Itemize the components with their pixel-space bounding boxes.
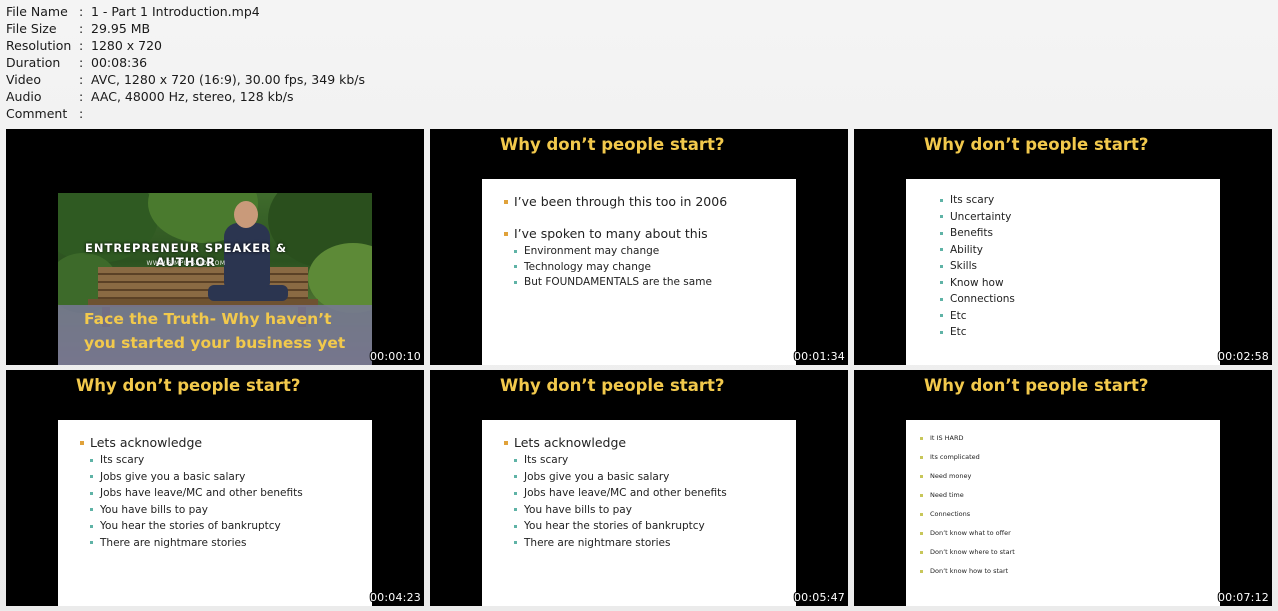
thumbnail-5[interactable]: Why don’t people start? Lets acknowledge… <box>430 370 848 606</box>
sub-bullet-item: Its complicated <box>920 453 1015 461</box>
info-separator: : <box>79 55 84 70</box>
timestamp: 00:01:34 <box>793 350 845 363</box>
media-info: File Name : 1 - Part 1 Introduction.mp4 … <box>6 3 365 122</box>
sub-bullet-item: Know how <box>940 277 1015 289</box>
sub-bullet-item: Don’t know how to start <box>920 567 1015 575</box>
bullet-item: Lets acknowledge <box>504 435 727 450</box>
sub-bullet-item: Benefits <box>940 227 1015 239</box>
sub-bullet-item: Jobs give you a basic salary <box>514 471 727 483</box>
sub-bullet-item: Etc <box>940 326 1015 338</box>
sub-bullet-item: Its scary <box>90 454 303 466</box>
slide-content: Lets acknowledge Its scary Jobs give you… <box>482 420 796 606</box>
sub-bullet-item: You have bills to pay <box>514 504 727 516</box>
sub-bullet-item: Connections <box>920 510 1015 518</box>
slide-title: Why don’t people start? <box>76 376 301 395</box>
sub-bullet-item: Its scary <box>940 194 1015 206</box>
info-separator: : <box>79 4 84 19</box>
thumbnail-1[interactable]: ENTREPRENEUR SPEAKER & AUTHOR WWW.SIMPLY… <box>6 129 424 365</box>
info-separator: : <box>79 72 84 87</box>
sub-bullet-item: Jobs have leave/MC and other benefits <box>514 487 727 499</box>
info-value: 1280 x 720 <box>91 38 163 53</box>
sub-bullet-item: Ability <box>940 244 1015 256</box>
caption-line: you started your business yet <box>84 334 346 352</box>
slide-title: Why don’t people start? <box>500 135 725 154</box>
bullet-list: I’ve been through this too in 2006 I’ve … <box>504 194 727 288</box>
sub-bullet-item: Jobs give you a basic salary <box>90 471 303 483</box>
info-separator: : <box>79 38 84 53</box>
info-value: 1 - Part 1 Introduction.mp4 <box>91 4 260 19</box>
info-value: AAC, 48000 Hz, stereo, 128 kb/s <box>91 89 294 104</box>
caption-line: Face the Truth- Why haven’t <box>84 310 332 328</box>
info-row-comment: Comment : <box>6 105 365 122</box>
sub-bullet-item: Need money <box>920 472 1015 480</box>
bullet-item: I’ve spoken to many about this <box>504 226 727 241</box>
info-key: Comment <box>6 106 68 121</box>
info-key: File Size <box>6 21 57 36</box>
bullet-list: Lets acknowledge Its scary Jobs give you… <box>80 435 303 549</box>
sub-bullet-item: Don’t know what to offer <box>920 529 1015 537</box>
info-row-file-name: File Name : 1 - Part 1 Introduction.mp4 <box>6 3 365 20</box>
bullet-list: Lets acknowledge Its scary Jobs give you… <box>504 435 727 549</box>
info-value: AVC, 1280 x 720 (16:9), 30.00 fps, 349 k… <box>91 72 366 87</box>
bullet-list: It IS HARD Its complicated Need money Ne… <box>920 434 1015 575</box>
info-separator: : <box>79 21 84 36</box>
info-key: Video <box>6 72 42 87</box>
info-separator: : <box>79 106 84 121</box>
sub-bullet-item: But FOUNDAMENTALS are the same <box>514 276 727 288</box>
timestamp: 00:00:10 <box>369 350 421 363</box>
bullet-item: Lets acknowledge <box>80 435 303 450</box>
info-row-audio: Audio : AAC, 48000 Hz, stereo, 128 kb/s <box>6 88 365 105</box>
thumbnail-2[interactable]: Why don’t people start? I’ve been throug… <box>430 129 848 365</box>
slide-content: Lets acknowledge Its scary Jobs give you… <box>58 420 372 606</box>
sub-bullet-item: Etc <box>940 310 1015 322</box>
info-row-file-size: File Size : 29.95 MB <box>6 20 365 37</box>
sub-bullet-item: Uncertainty <box>940 211 1015 223</box>
sub-bullet-item: There are nightmare stories <box>90 537 303 549</box>
sub-bullet-item: Don’t know where to start <box>920 548 1015 556</box>
bullet-list: Its scary Uncertainty Benefits Ability S… <box>940 194 1015 338</box>
slide-title: Why don’t people start? <box>500 376 725 395</box>
sub-bullet-item: You hear the stories of bankruptcy <box>514 520 727 532</box>
info-row-resolution: Resolution : 1280 x 720 <box>6 37 365 54</box>
slide-content: It IS HARD Its complicated Need money Ne… <box>906 420 1220 606</box>
sub-bullet-item: Technology may change <box>514 261 727 273</box>
sub-bullet-item: Jobs have leave/MC and other benefits <box>90 487 303 499</box>
info-row-video: Video : AVC, 1280 x 720 (16:9), 30.00 fp… <box>6 71 365 88</box>
bullet-item: I’ve been through this too in 2006 <box>504 194 727 209</box>
sub-bullet-item: Skills <box>940 260 1015 272</box>
info-key: Duration <box>6 55 61 70</box>
sub-bullet-item: There are nightmare stories <box>514 537 727 549</box>
timestamp: 00:02:58 <box>1217 350 1269 363</box>
info-value: 29.95 MB <box>91 21 151 36</box>
sub-bullet-item: It IS HARD <box>920 434 1015 442</box>
timestamp: 00:04:23 <box>369 591 421 604</box>
slide-title: Why don’t people start? <box>924 376 1149 395</box>
thumbnail-4[interactable]: Why don’t people start? Lets acknowledge… <box>6 370 424 606</box>
banner-url: WWW.SIMPLYSAID.COM <box>146 260 226 267</box>
sub-bullet-item: Environment may change <box>514 245 727 257</box>
slide-title: Why don’t people start? <box>924 135 1149 154</box>
sub-bullet-item: Connections <box>940 293 1015 305</box>
slide-content: I’ve been through this too in 2006 I’ve … <box>482 179 796 365</box>
info-key: Audio <box>6 89 42 104</box>
slide-content: Its scary Uncertainty Benefits Ability S… <box>906 179 1220 365</box>
timestamp: 00:07:12 <box>1217 591 1269 604</box>
info-key: Resolution <box>6 38 72 53</box>
thumbnail-6[interactable]: Why don’t people start? It IS HARD Its c… <box>854 370 1272 606</box>
sub-bullet-item: You have bills to pay <box>90 504 303 516</box>
sub-bullet-item: Its scary <box>514 454 727 466</box>
info-key: File Name <box>6 4 68 19</box>
sub-bullet-item: You hear the stories of bankruptcy <box>90 520 303 532</box>
info-value: 00:08:36 <box>91 55 148 70</box>
info-separator: : <box>79 89 84 104</box>
timestamp: 00:05:47 <box>793 591 845 604</box>
sub-bullet-item: Need time <box>920 491 1015 499</box>
thumbnail-3[interactable]: Why don’t people start? Its scary Uncert… <box>854 129 1272 365</box>
info-row-duration: Duration : 00:08:36 <box>6 54 365 71</box>
slide-caption: Face the Truth- Why haven’t you started … <box>58 305 372 365</box>
